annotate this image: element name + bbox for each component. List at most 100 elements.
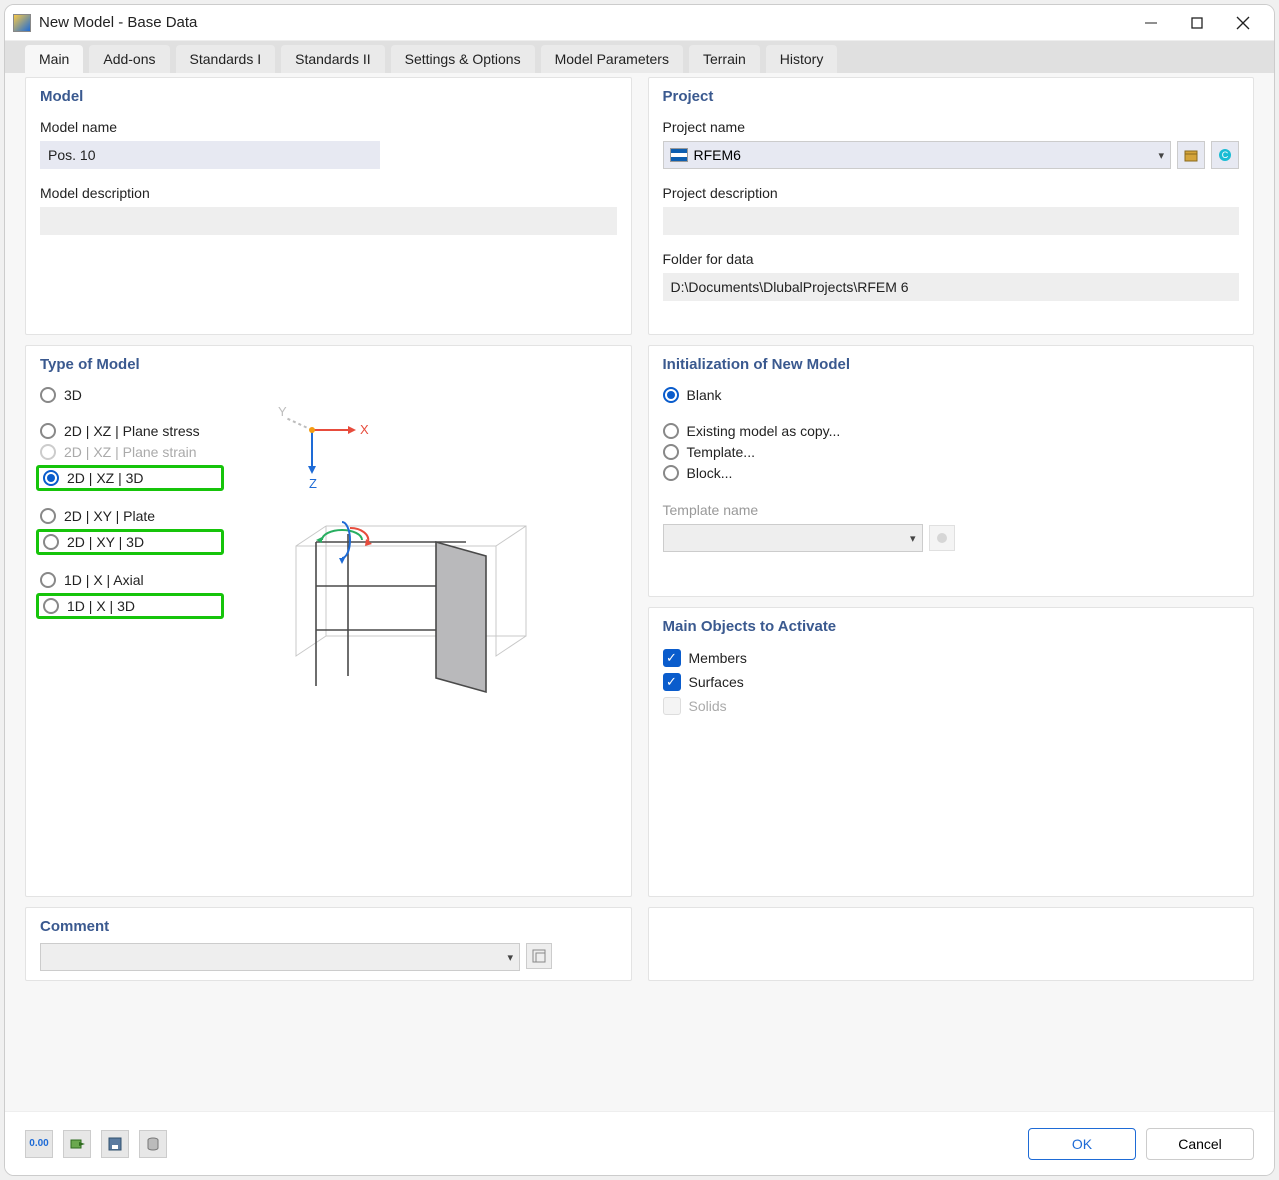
type-of-model-heading: Type of Model (40, 356, 617, 373)
units-icon-label: 0.00 (29, 1138, 48, 1149)
svg-text:C: C (1222, 150, 1229, 160)
radio-icon (40, 508, 56, 524)
radio-block[interactable]: Block... (663, 465, 1240, 481)
type-of-model-panel: Type of Model 3D 2D | XZ | Plane stress … (25, 345, 632, 897)
checkbox-solids: Solids (663, 697, 1240, 715)
tab-terrain[interactable]: Terrain (689, 45, 760, 73)
comment-library-button[interactable] (526, 943, 552, 969)
radio-icon (663, 444, 679, 460)
tab-main[interactable]: Main (25, 45, 83, 73)
maximize-button[interactable] (1174, 7, 1220, 39)
radio-label: 2D | XZ | Plane strain (64, 444, 197, 460)
radio-2d-xy-3d[interactable]: 2D | XY | 3D (36, 529, 224, 555)
radio-icon (40, 444, 56, 460)
chevron-down-icon: ▾ (507, 951, 513, 964)
save-icon (107, 1136, 123, 1152)
initialization-panel: Initialization of New Model Blank Existi… (648, 345, 1255, 597)
main-objects-panel: Main Objects to Activate ✓ Members ✓ Sur… (648, 607, 1255, 897)
radio-label: Block... (687, 465, 733, 481)
radio-icon (663, 465, 679, 481)
radio-icon (663, 423, 679, 439)
project-desc-label: Project description (663, 185, 1240, 201)
box-icon (1183, 147, 1199, 163)
right-middle-column: Initialization of New Model Blank Existi… (648, 345, 1255, 897)
radio-label: Existing model as copy... (687, 423, 841, 439)
template-name-label: Template name (663, 502, 1240, 518)
radio-label: 2D | XY | Plate (64, 508, 155, 524)
radio-label: 2D | XZ | 3D (67, 470, 144, 486)
tab-history[interactable]: History (766, 45, 838, 73)
project-cloud-button[interactable]: C (1211, 141, 1239, 169)
radio-3d[interactable]: 3D (40, 387, 220, 403)
radio-icon (40, 423, 56, 439)
radio-template[interactable]: Template... (663, 444, 1240, 460)
model-name-label: Model name (40, 119, 617, 135)
radio-1d-x-axial[interactable]: 1D | X | Axial (40, 572, 220, 588)
tool-button-4[interactable] (139, 1130, 167, 1158)
radio-blank[interactable]: Blank (663, 387, 1240, 403)
minimize-button[interactable] (1128, 7, 1174, 39)
checkbox-surfaces[interactable]: ✓ Surfaces (663, 673, 1240, 691)
chevron-down-icon: ▾ (1158, 149, 1164, 162)
box-arrow-icon (69, 1136, 85, 1152)
radio-label: Template... (687, 444, 755, 460)
tool-button-3[interactable] (101, 1130, 129, 1158)
project-flag-icon (670, 148, 688, 162)
model-desc-label: Model description (40, 185, 617, 201)
checkbox-members[interactable]: ✓ Members (663, 649, 1240, 667)
comment-heading: Comment (40, 918, 617, 935)
library-icon (531, 948, 547, 964)
units-button[interactable]: 0.00 (25, 1130, 53, 1158)
radio-2d-xy-plate[interactable]: 2D | XY | Plate (40, 508, 220, 524)
radio-label: 2D | XZ | Plane stress (64, 423, 200, 439)
checkbox-label: Surfaces (689, 674, 744, 690)
radio-label: 1D | X | 3D (67, 598, 135, 614)
radio-icon (43, 598, 59, 614)
checkbox-label: Solids (689, 698, 727, 714)
comment-panel: Comment ▾ (25, 907, 632, 981)
footer: 0.00 OK Cancel (5, 1111, 1274, 1175)
project-box-button[interactable] (1177, 141, 1205, 169)
model-panel: Model Model name Model description (25, 77, 632, 335)
radio-2d-xz-plane-strain: 2D | XZ | Plane strain (40, 444, 220, 460)
tool-button-2[interactable] (63, 1130, 91, 1158)
model-name-input[interactable] (40, 141, 380, 169)
radio-2d-xz-3d[interactable]: 2D | XZ | 3D (36, 465, 224, 491)
tab-bar: Main Add-ons Standards I Standards II Se… (5, 41, 1274, 73)
cloud-icon: C (1217, 147, 1233, 163)
tab-settings[interactable]: Settings & Options (391, 45, 535, 73)
model-desc-input[interactable] (40, 207, 617, 235)
ok-button[interactable]: OK (1028, 1128, 1136, 1160)
tab-standards1[interactable]: Standards I (176, 45, 276, 73)
close-button[interactable] (1220, 7, 1266, 39)
cancel-button[interactable]: Cancel (1146, 1128, 1254, 1160)
project-desc-input[interactable] (663, 207, 1240, 235)
axis-y-label: Y (278, 404, 287, 419)
project-panel: Project Project name RFEM6 ▾ C Project d… (648, 77, 1255, 335)
template-open-button (929, 525, 955, 551)
database-icon (145, 1136, 161, 1152)
radio-3d-label: 3D (64, 387, 82, 403)
checkbox-label: Members (689, 650, 747, 666)
tab-standards2[interactable]: Standards II (281, 45, 385, 73)
radio-label: Blank (687, 387, 722, 403)
project-name-select[interactable]: RFEM6 ▾ (663, 141, 1172, 169)
axis-x-label: X (360, 422, 369, 437)
titlebar: New Model - Base Data (5, 5, 1274, 41)
comment-select[interactable]: ▾ (40, 943, 520, 971)
radio-icon (43, 534, 59, 550)
tab-model-params[interactable]: Model Parameters (541, 45, 683, 73)
radio-existing-copy[interactable]: Existing model as copy... (663, 423, 1240, 439)
project-heading: Project (663, 88, 1240, 105)
radio-1d-x-3d[interactable]: 1D | X | 3D (36, 593, 224, 619)
radio-icon (43, 470, 59, 486)
radio-2d-xz-plane-stress[interactable]: 2D | XZ | Plane stress (40, 423, 220, 439)
radio-label: 2D | XY | 3D (67, 534, 144, 550)
initialization-heading: Initialization of New Model (663, 356, 1240, 373)
tab-addons[interactable]: Add-ons (89, 45, 169, 73)
chevron-down-icon: ▾ (910, 532, 916, 545)
cloud-icon (935, 531, 949, 545)
model-type-illustration: X Y Z (266, 406, 566, 736)
checkbox-icon: ✓ (663, 673, 681, 691)
radio-label: 1D | X | Axial (64, 572, 144, 588)
